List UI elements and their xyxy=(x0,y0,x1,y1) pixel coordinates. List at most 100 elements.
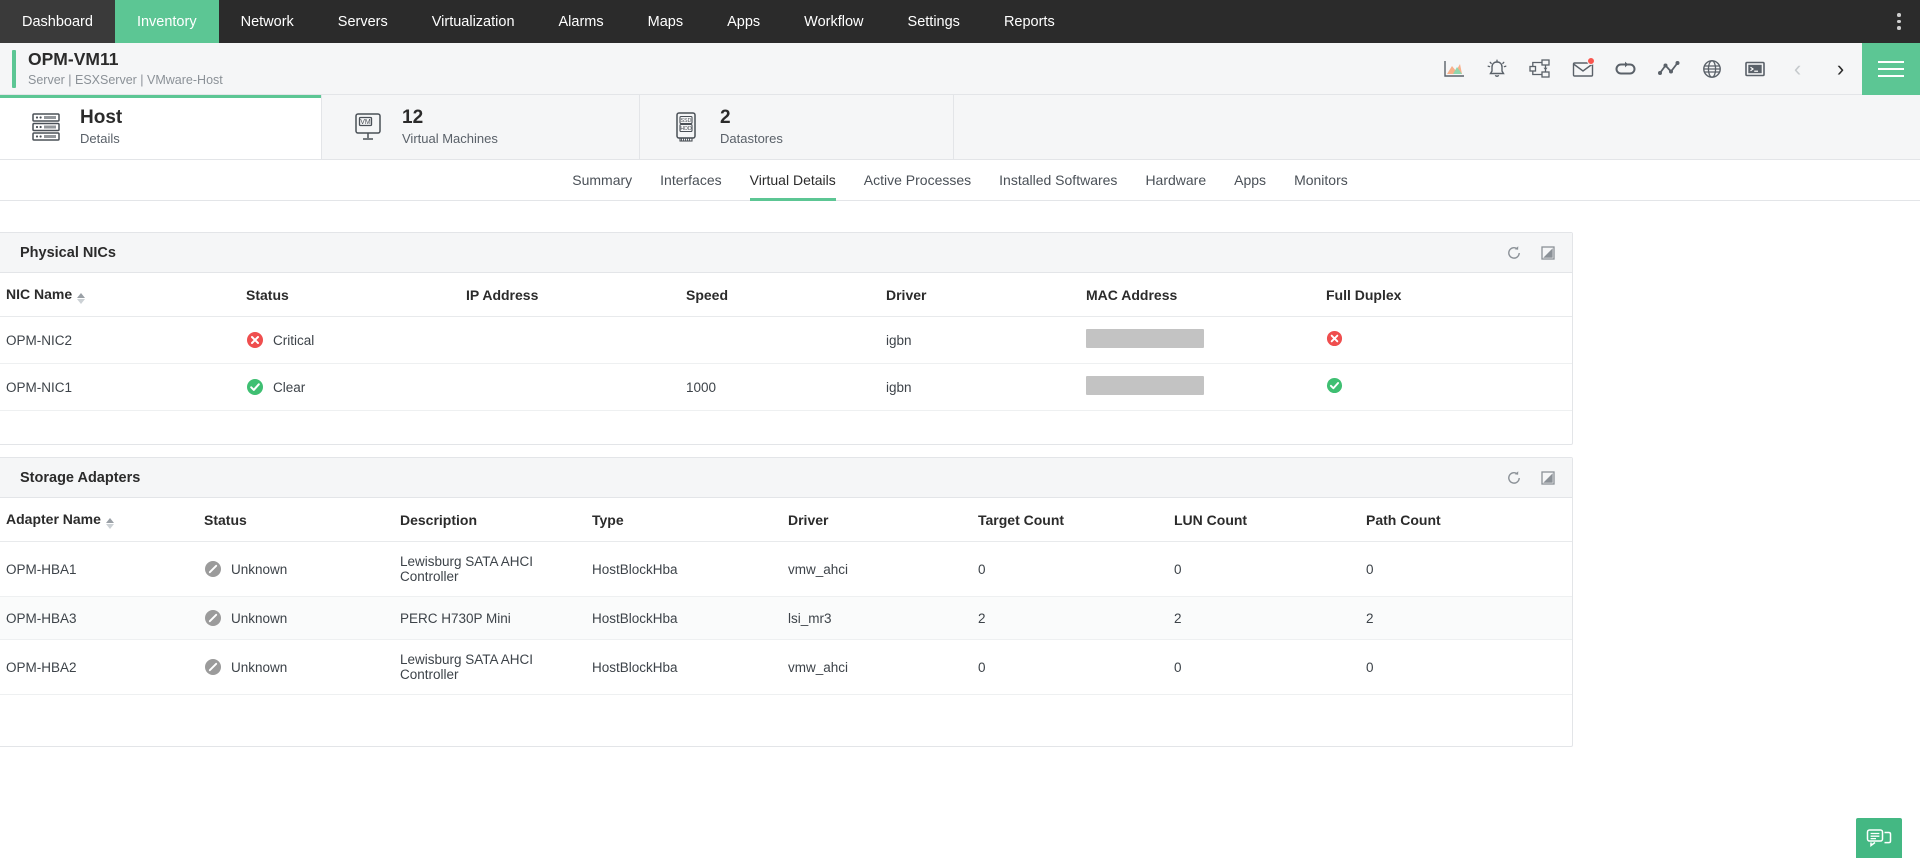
card-strip-filler xyxy=(954,95,1920,159)
column-header-target-count[interactable]: Target Count xyxy=(972,498,1168,542)
status-badge: Unknown xyxy=(231,610,288,626)
tab-installed-softwares[interactable]: Installed Softwares xyxy=(985,160,1131,201)
column-header-status[interactable]: Status xyxy=(198,498,394,542)
nav-item-settings[interactable]: Settings xyxy=(886,0,982,43)
device-header: OPM-VM11 Server | ESXServer | VMware-Hos… xyxy=(0,42,1920,95)
cell-mac-address xyxy=(1080,316,1320,364)
sort-arrows-icon[interactable] xyxy=(77,293,86,304)
cell-lun-count: 0 xyxy=(1168,639,1360,695)
alarm-bell-icon[interactable] xyxy=(1475,43,1518,95)
loop-icon[interactable] xyxy=(1604,43,1647,95)
column-header-driver[interactable]: Driver xyxy=(880,273,1080,317)
nav-item-servers[interactable]: Servers xyxy=(316,0,410,43)
nav-item-inventory[interactable]: Inventory xyxy=(114,0,219,43)
tab-apps[interactable]: Apps xyxy=(1220,160,1280,201)
nav-item-alarms[interactable]: Alarms xyxy=(537,0,626,43)
table-header-row: NIC Name Status IP Address Speed Driver MAC A… xyxy=(0,273,1572,317)
column-header-label: Type xyxy=(592,512,624,528)
column-header-status[interactable]: Status xyxy=(240,273,460,317)
critical-icon xyxy=(247,332,263,348)
cell-adapter-name: OPM-HBA3 xyxy=(0,596,198,640)
column-header-speed[interactable]: Speed xyxy=(680,273,880,317)
summary-card-datastores[interactable]: SSD HDD 2 Datastores xyxy=(640,95,954,159)
cell-path-count: 0 xyxy=(1360,639,1572,695)
column-header-label: NIC Name xyxy=(6,286,73,302)
cell-type: HostBlockHba xyxy=(586,639,782,695)
cell-path-count: 0 xyxy=(1360,541,1572,597)
storage-adapters-actions xyxy=(1504,468,1558,488)
cell-status: Clear xyxy=(240,363,460,411)
column-header-ip-address[interactable]: IP Address xyxy=(460,273,680,317)
table-row[interactable]: OPM-HBA3 Unknown PERC H730P Mini HostBlockH… xyxy=(0,596,1572,640)
next-device-button[interactable]: › xyxy=(1819,43,1862,95)
summary-card-virtual-machines[interactable]: VM 12 Virtual Machines xyxy=(322,95,640,159)
tab-virtual-details[interactable]: Virtual Details xyxy=(736,160,850,201)
menu-icon[interactable] xyxy=(1862,42,1920,95)
duplex-true-icon xyxy=(1326,377,1343,394)
tab-hardware[interactable]: Hardware xyxy=(1131,160,1220,201)
globe-icon[interactable] xyxy=(1690,43,1733,95)
mac-redaction-block xyxy=(1086,329,1204,348)
cell-description: Lewisburg SATA AHCI Controller xyxy=(394,639,586,695)
column-header-full-duplex[interactable]: Full Duplex xyxy=(1320,273,1572,317)
column-header-lun-count[interactable]: LUN Count xyxy=(1168,498,1360,542)
summary-card-texts: 12 Virtual Machines xyxy=(402,106,498,149)
column-header-adapter-name[interactable]: Adapter Name xyxy=(0,498,198,542)
terminal-icon[interactable] xyxy=(1733,43,1776,95)
column-header-label: MAC Address xyxy=(1086,287,1178,303)
cell-target-count: 0 xyxy=(972,639,1168,695)
sort-arrows-icon[interactable] xyxy=(105,518,114,529)
chevron-left-icon: ‹ xyxy=(1793,55,1802,81)
tab-summary[interactable]: Summary xyxy=(558,160,646,201)
summary-card-value: 12 xyxy=(402,106,424,128)
storage-adapters-panel: Storage Adapters Adapter Name Status Descr… xyxy=(0,457,1573,747)
workflow-icon[interactable] xyxy=(1518,43,1561,95)
cell-status: Unknown xyxy=(198,596,394,640)
cell-driver: vmw_ahci xyxy=(782,639,972,695)
chat-bubbles-icon[interactable] xyxy=(1856,818,1902,858)
table-row[interactable]: OPM-HBA2 Unknown Lewisburg SATA AHCI Contr… xyxy=(0,639,1572,695)
server-rack-icon xyxy=(26,110,66,144)
table-row[interactable]: OPM-HBA1 Unknown Lewisburg SATA AHCI Contr… xyxy=(0,541,1572,597)
table-row[interactable]: OPM-NIC2 Critical igbn xyxy=(0,316,1572,364)
cell-lun-count: 0 xyxy=(1168,541,1360,597)
refresh-icon[interactable] xyxy=(1504,468,1524,488)
tab-monitors[interactable]: Monitors xyxy=(1280,160,1362,201)
column-header-driver[interactable]: Driver xyxy=(782,498,972,542)
resize-icon[interactable] xyxy=(1538,243,1558,263)
summary-card-details[interactable]: Host Details xyxy=(0,95,322,159)
nav-item-reports[interactable]: Reports xyxy=(982,0,1077,43)
column-header-description[interactable]: Description xyxy=(394,498,586,542)
physical-nics-table: NIC Name Status IP Address Speed Driver MAC A… xyxy=(0,273,1572,411)
cell-target-count: 0 xyxy=(972,541,1168,597)
table-row[interactable]: OPM-NIC1 Clear 1000 igbn xyxy=(0,363,1572,411)
column-header-type[interactable]: Type xyxy=(586,498,782,542)
tab-interfaces[interactable]: Interfaces xyxy=(646,160,735,201)
nav-item-dashboard[interactable]: Dashboard xyxy=(0,0,115,43)
tab-active-processes[interactable]: Active Processes xyxy=(850,160,985,201)
header-toolbar: ‹ › xyxy=(1432,42,1920,95)
column-header-mac-address[interactable]: MAC Address xyxy=(1080,273,1320,317)
resize-icon[interactable] xyxy=(1538,468,1558,488)
nav-item-maps[interactable]: Maps xyxy=(626,0,705,43)
nav-item-virtualization[interactable]: Virtualization xyxy=(410,0,537,43)
more-options-icon[interactable] xyxy=(1878,0,1920,43)
refresh-icon[interactable] xyxy=(1504,243,1524,263)
column-header-nic-name[interactable]: NIC Name xyxy=(0,273,240,317)
cell-target-count: 2 xyxy=(972,596,1168,640)
line-graph-icon[interactable] xyxy=(1647,43,1690,95)
physical-nics-title: Physical NICs xyxy=(20,244,116,261)
device-title-group: OPM-VM11 Server | ESXServer | VMware-Hos… xyxy=(28,49,223,88)
cell-speed: 1000 xyxy=(680,363,880,411)
nav-item-workflow[interactable]: Workflow xyxy=(782,0,885,43)
column-header-label: Description xyxy=(400,512,478,528)
column-header-path-count[interactable]: Path Count xyxy=(1360,498,1572,542)
mail-icon[interactable] xyxy=(1561,43,1604,95)
cell-nic-name: OPM-NIC2 xyxy=(0,316,240,364)
nav-item-apps[interactable]: Apps xyxy=(705,0,782,43)
column-header-label: Driver xyxy=(886,287,927,303)
area-chart-icon[interactable] xyxy=(1432,43,1475,95)
cell-driver: igbn xyxy=(880,316,1080,364)
svg-text:HDD: HDD xyxy=(680,126,691,132)
nav-item-network[interactable]: Network xyxy=(219,0,316,43)
